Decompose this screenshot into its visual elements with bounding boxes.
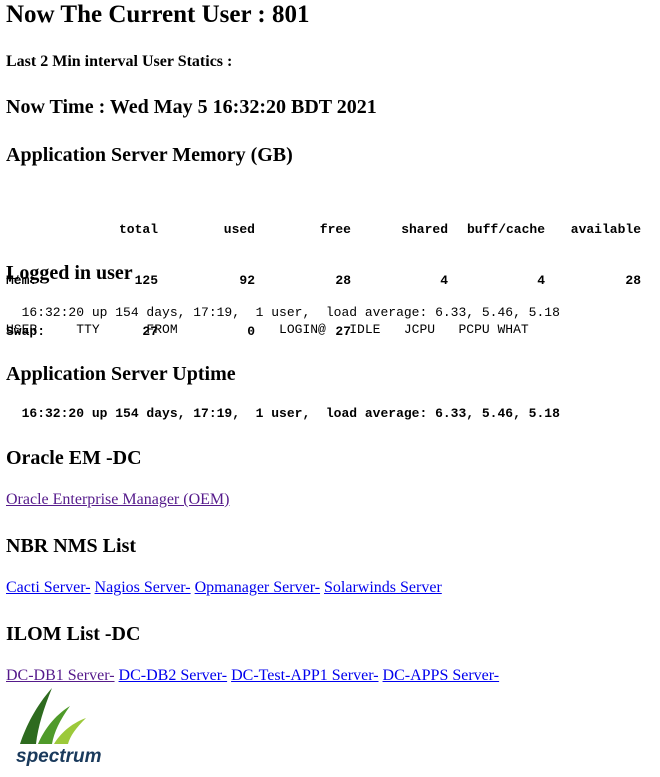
spectrum-logo: spectrum bbox=[14, 686, 114, 768]
dc-db1-link[interactable]: DC-DB1 Server- bbox=[6, 667, 115, 684]
solarwinds-link[interactable]: Solarwinds Server bbox=[324, 579, 442, 596]
ilom-heading: ILOM List -DC bbox=[6, 623, 141, 645]
logged-in-uptime-line: 16:32:20 up 154 days, 17:19, 1 user, loa… bbox=[6, 305, 560, 320]
current-user-heading: Now The Current User : 801 bbox=[6, 1, 310, 28]
cell: 92 bbox=[239, 273, 255, 288]
dc-apps-link[interactable]: DC-APPS Server- bbox=[383, 667, 500, 684]
cell: 28 bbox=[625, 273, 641, 288]
memory-heading: Application Server Memory (GB) bbox=[6, 144, 293, 166]
nagios-link[interactable]: Nagios Server- bbox=[95, 579, 191, 596]
dc-db2-link[interactable]: DC-DB2 Server- bbox=[119, 667, 228, 684]
now-time-heading: Now Time : Wed May 5 16:32:20 BDT 2021 bbox=[6, 96, 377, 118]
logged-in-heading: Logged in user bbox=[6, 262, 133, 284]
memory-header-row: total used free shared buff/cache available bbox=[6, 221, 641, 238]
col-shared: shared bbox=[401, 222, 448, 237]
col-free: free bbox=[319, 222, 351, 237]
cell: 28 bbox=[335, 273, 351, 288]
spectrum-logo-text: spectrum bbox=[16, 746, 102, 767]
cell: 4 bbox=[537, 273, 545, 288]
cell: 4 bbox=[440, 273, 448, 288]
oracle-heading: Oracle EM -DC bbox=[6, 447, 142, 469]
oracle-links: Oracle Enterprise Manager (OEM) bbox=[6, 490, 229, 510]
spectrum-leaf-icon: spectrum bbox=[16, 688, 102, 767]
col-available: available bbox=[570, 222, 641, 237]
interval-stats-heading: Last 2 Min interval User Statics : bbox=[6, 53, 233, 70]
dc-test-app1-link[interactable]: DC-Test-APP1 Server- bbox=[231, 667, 378, 684]
logged-in-header-line: USER TTY FROM LOGIN@ IDLE JCPU PCPU WHAT bbox=[6, 322, 529, 337]
nms-heading: NBR NMS List bbox=[6, 535, 137, 557]
ilom-links: DC-DB1 Server- DC-DB2 Server- DC-Test-AP… bbox=[6, 666, 499, 686]
nms-links: Cacti Server- Nagios Server- Opmanager S… bbox=[6, 578, 442, 598]
uptime-heading: Application Server Uptime bbox=[6, 363, 236, 385]
oem-link[interactable]: Oracle Enterprise Manager (OEM) bbox=[6, 491, 229, 508]
opmanager-link[interactable]: Opmanager Server- bbox=[195, 579, 320, 596]
col-buff-cache: buff/cache bbox=[466, 222, 545, 237]
col-used: used bbox=[223, 222, 255, 237]
col-total: total bbox=[118, 222, 158, 237]
uptime-line: 16:32:20 up 154 days, 17:19, 1 user, loa… bbox=[6, 406, 560, 421]
cacti-link[interactable]: Cacti Server- bbox=[6, 579, 91, 596]
